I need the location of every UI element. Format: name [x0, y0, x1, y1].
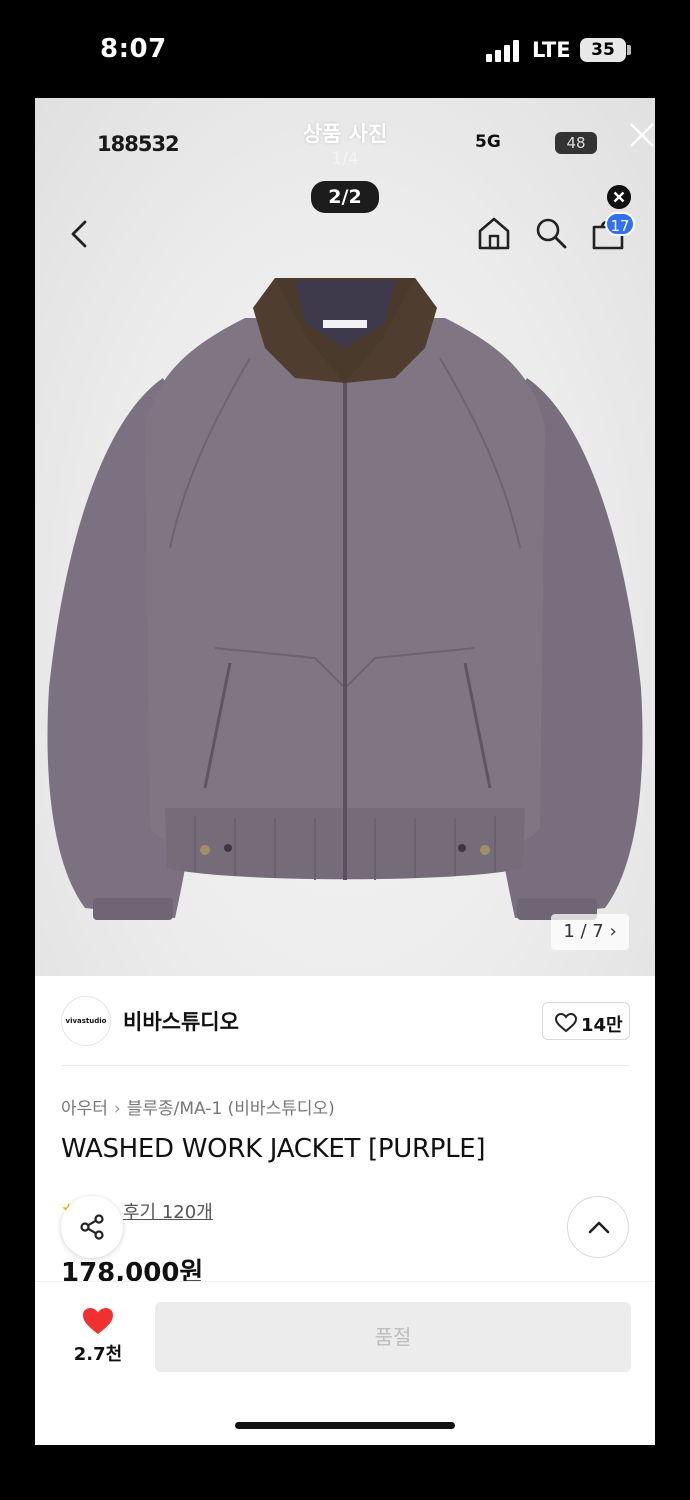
- home-indicator[interactable]: [235, 1422, 455, 1429]
- status-time: 8:07: [100, 34, 167, 64]
- scroll-top-button[interactable]: [567, 1196, 629, 1258]
- divider: [61, 1065, 629, 1066]
- page-indicator: 2/2: [311, 181, 379, 213]
- heart-filled-icon[interactable]: [81, 1306, 115, 1336]
- breadcrumb-item-subcategory[interactable]: 블루종/MA-1 (비바스튜디오): [127, 1099, 335, 1119]
- heart-outline-icon: [555, 1013, 577, 1033]
- wish-count: 2.7천: [73, 1344, 123, 1365]
- home-icon[interactable]: [475, 214, 513, 252]
- breadcrumb-item-category[interactable]: 아우터: [61, 1099, 108, 1119]
- status-bar: 8:07 LTE 35: [0, 0, 690, 98]
- soldout-button[interactable]: 품절: [155, 1302, 631, 1372]
- brand-logo[interactable]: vivastudio: [61, 996, 111, 1046]
- product-title: WASHED WORK JACKET [PURPLE]: [61, 1134, 486, 1164]
- brand-name[interactable]: 비바스튜디오: [123, 1006, 239, 1036]
- close-icon[interactable]: [627, 120, 655, 150]
- breadcrumb: 아우터 › 블루종/MA-1 (비바스튜디오): [61, 1094, 335, 1119]
- breadcrumb-separator: ›: [113, 1099, 121, 1119]
- close-circle-icon[interactable]: [607, 185, 631, 209]
- inner-network: 5G: [475, 132, 501, 152]
- battery-tip: [627, 45, 631, 55]
- battery-icon: 35: [580, 38, 626, 62]
- brand-like-button[interactable]: 14만: [542, 1002, 630, 1040]
- review-link[interactable]: 후기 120개: [123, 1198, 213, 1224]
- bottom-action-bar: 2.7천 품절: [35, 1281, 655, 1445]
- inner-battery-icon: 48: [555, 132, 597, 154]
- brand-row[interactable]: vivastudio 비바스튜디오 14만: [35, 976, 655, 1066]
- product-image[interactable]: [45, 268, 645, 938]
- cart-count-badge: 17: [605, 212, 635, 236]
- image-counter[interactable]: 1 / 7 ›: [551, 914, 629, 950]
- chevron-up-icon: [588, 1221, 610, 1234]
- share-icon: [80, 1214, 104, 1240]
- search-icon[interactable]: [532, 214, 570, 252]
- share-button[interactable]: [61, 1196, 123, 1258]
- back-icon[interactable]: [65, 216, 95, 252]
- brand-like-count: 14만: [581, 1015, 623, 1036]
- network-type: LTE: [532, 38, 571, 62]
- app-screen: 188532 상품 사진 1/4 5G 48 2/2 17 1 / 7 › vi…: [35, 98, 655, 1445]
- signal-icon: [486, 40, 522, 62]
- product-photo-area[interactable]: 188532 상품 사진 1/4 5G 48 2/2 17 1 / 7 ›: [35, 98, 655, 976]
